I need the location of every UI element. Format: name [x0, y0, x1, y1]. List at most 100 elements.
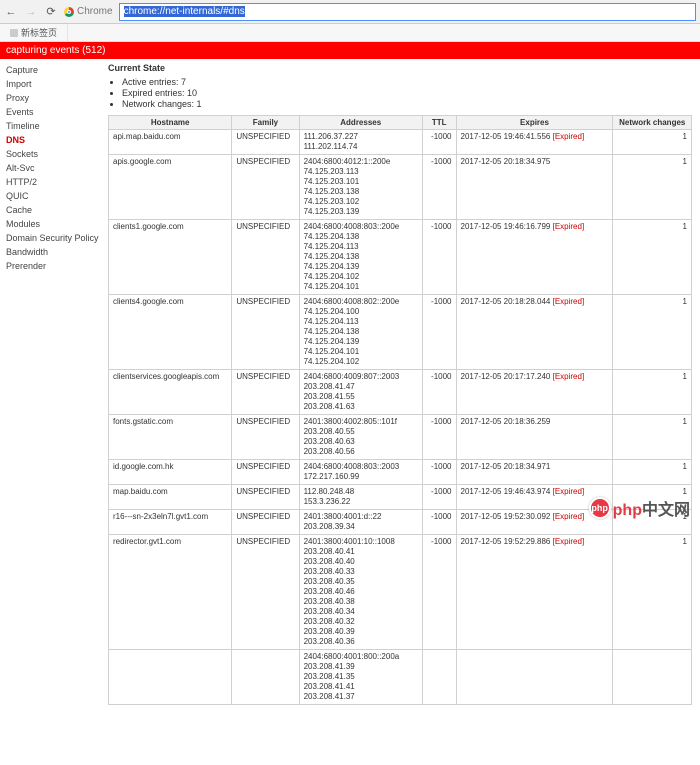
cell-hostname: apis.google.com	[109, 155, 232, 220]
table-row: 2404:6800:4001:800::200a203.208.41.39203…	[109, 650, 692, 705]
cell-network-changes: 1	[613, 460, 692, 485]
sidebar-item-http-2[interactable]: HTTP/2	[6, 175, 100, 189]
cell-family: UNSPECIFIED	[232, 220, 299, 295]
cell-hostname: clientservices.googleapis.com	[109, 370, 232, 415]
cell-network-changes: 1	[613, 415, 692, 460]
cell-ttl: -1000	[422, 220, 456, 295]
cell-addresses: 2404:6800:4008:802::200e74.125.204.10074…	[299, 295, 422, 370]
sidebar-item-modules[interactable]: Modules	[6, 217, 100, 231]
cell-hostname: clients1.google.com	[109, 220, 232, 295]
cell-family: UNSPECIFIED	[232, 295, 299, 370]
table-row: apis.google.comUNSPECIFIED2404:6800:4012…	[109, 155, 692, 220]
stats-item: Network changes: 1	[122, 99, 692, 109]
cell-addresses: 2401:3800:4001:10::1008203.208.40.41203.…	[299, 535, 422, 650]
watermark-logo: php	[589, 497, 611, 519]
sidebar-item-cache[interactable]: Cache	[6, 203, 100, 217]
cell-expires: 2017-12-05 20:18:34.971	[456, 460, 613, 485]
stats-item: Expired entries: 10	[122, 88, 692, 98]
sidebar-item-dns[interactable]: DNS	[6, 133, 100, 147]
cell-ttl: -1000	[422, 295, 456, 370]
reload-button[interactable]: ⟳	[44, 5, 58, 19]
tab-title: 新标签页	[21, 26, 57, 39]
th-network-changes: Network changes	[613, 116, 692, 130]
browser-toolbar: ← → ⟳ Chrome chrome://net-internals/#dns	[0, 0, 700, 24]
cell-ttl: -1000	[422, 415, 456, 460]
watermark: php php中文网	[589, 496, 690, 520]
sidebar-item-events[interactable]: Events	[6, 105, 100, 119]
table-row: api.map.baidu.comUNSPECIFIED111.206.37.2…	[109, 130, 692, 155]
sidebar-item-quic[interactable]: QUIC	[6, 189, 100, 203]
cell-hostname: clients4.google.com	[109, 295, 232, 370]
sidebar-item-alt-svc[interactable]: Alt-Svc	[6, 161, 100, 175]
cell-hostname	[109, 650, 232, 705]
cell-expires: 2017-12-05 19:46:41.556 [Expired]	[456, 130, 613, 155]
cell-family: UNSPECIFIED	[232, 415, 299, 460]
cell-addresses: 2404:6800:4009:807::2003203.208.41.47203…	[299, 370, 422, 415]
stats-item: Active entries: 7	[122, 77, 692, 87]
sidebar-item-sockets[interactable]: Sockets	[6, 147, 100, 161]
dns-table: Hostname Family Addresses TTL Expires Ne…	[108, 115, 692, 705]
tab-favicon	[10, 29, 18, 37]
cell-network-changes: 1	[613, 535, 692, 650]
cell-hostname: r16---sn-2x3eln7l.gvt1.com	[109, 510, 232, 535]
sidebar-item-capture[interactable]: Capture	[6, 63, 100, 77]
cell-expires: 2017-12-05 20:18:28.044 [Expired]	[456, 295, 613, 370]
sidebar-item-timeline[interactable]: Timeline	[6, 119, 100, 133]
cell-network-changes	[613, 650, 692, 705]
forward-button[interactable]: →	[24, 5, 38, 19]
cell-network-changes: 1	[613, 370, 692, 415]
th-ttl: TTL	[422, 116, 456, 130]
chrome-icon	[64, 7, 74, 17]
cell-network-changes: 1	[613, 295, 692, 370]
watermark-text: php中文网	[613, 496, 690, 520]
sidebar-item-import[interactable]: Import	[6, 77, 100, 91]
cell-expires: 2017-12-05 19:46:16.799 [Expired]	[456, 220, 613, 295]
cell-ttl: -1000	[422, 370, 456, 415]
cell-expires: 2017-12-05 20:18:36.259	[456, 415, 613, 460]
sidebar-item-domain-security-policy[interactable]: Domain Security Policy	[6, 231, 100, 245]
cell-addresses: 2401:3800:4001:d::22203.208.39.34	[299, 510, 422, 535]
table-row: clients1.google.comUNSPECIFIED2404:6800:…	[109, 220, 692, 295]
browser-label-text: Chrome	[77, 6, 113, 17]
cell-expires: 2017-12-05 20:17:17.240 [Expired]	[456, 370, 613, 415]
sidebar-item-bandwidth[interactable]: Bandwidth	[6, 245, 100, 259]
cell-ttl: -1000	[422, 460, 456, 485]
cell-ttl: -1000	[422, 510, 456, 535]
cell-addresses: 112.80.248.48153.3.236.22	[299, 485, 422, 510]
table-row: fonts.gstatic.comUNSPECIFIED2401:3800:40…	[109, 415, 692, 460]
section-title: Current State	[108, 63, 692, 73]
cell-addresses: 2401:3800:4002:805::101f203.208.40.55203…	[299, 415, 422, 460]
url-text: chrome://net-internals/#dns	[124, 6, 245, 17]
th-hostname: Hostname	[109, 116, 232, 130]
cell-expires: 2017-12-05 19:52:29.886 [Expired]	[456, 535, 613, 650]
cell-family: UNSPECIFIED	[232, 370, 299, 415]
cell-hostname: redirector.gvt1.com	[109, 535, 232, 650]
sidebar-item-prerender[interactable]: Prerender	[6, 259, 100, 273]
cell-ttl	[422, 650, 456, 705]
cell-family: UNSPECIFIED	[232, 535, 299, 650]
cell-addresses: 2404:6800:4012:1::200e74.125.203.11374.1…	[299, 155, 422, 220]
table-row: id.google.com.hkUNSPECIFIED2404:6800:400…	[109, 460, 692, 485]
cell-family: UNSPECIFIED	[232, 510, 299, 535]
cell-family: UNSPECIFIED	[232, 155, 299, 220]
cell-ttl: -1000	[422, 155, 456, 220]
back-button[interactable]: ←	[4, 5, 18, 19]
cell-addresses: 111.206.37.227111.202.114.74	[299, 130, 422, 155]
cell-network-changes: 1	[613, 155, 692, 220]
th-family: Family	[232, 116, 299, 130]
th-addresses: Addresses	[299, 116, 422, 130]
cell-ttl: -1000	[422, 130, 456, 155]
address-bar[interactable]: chrome://net-internals/#dns	[119, 3, 696, 21]
cell-expires	[456, 650, 613, 705]
th-expires: Expires	[456, 116, 613, 130]
table-row: clients4.google.comUNSPECIFIED2404:6800:…	[109, 295, 692, 370]
cell-family	[232, 650, 299, 705]
cell-family: UNSPECIFIED	[232, 130, 299, 155]
sidebar-item-proxy[interactable]: Proxy	[6, 91, 100, 105]
cell-ttl: -1000	[422, 535, 456, 650]
tab-newtab[interactable]: 新标签页	[0, 24, 68, 41]
sidebar: CaptureImportProxyEventsTimelineDNSSocke…	[0, 59, 100, 765]
table-row: clientservices.googleapis.comUNSPECIFIED…	[109, 370, 692, 415]
cell-network-changes: 1	[613, 220, 692, 295]
cell-hostname: fonts.gstatic.com	[109, 415, 232, 460]
